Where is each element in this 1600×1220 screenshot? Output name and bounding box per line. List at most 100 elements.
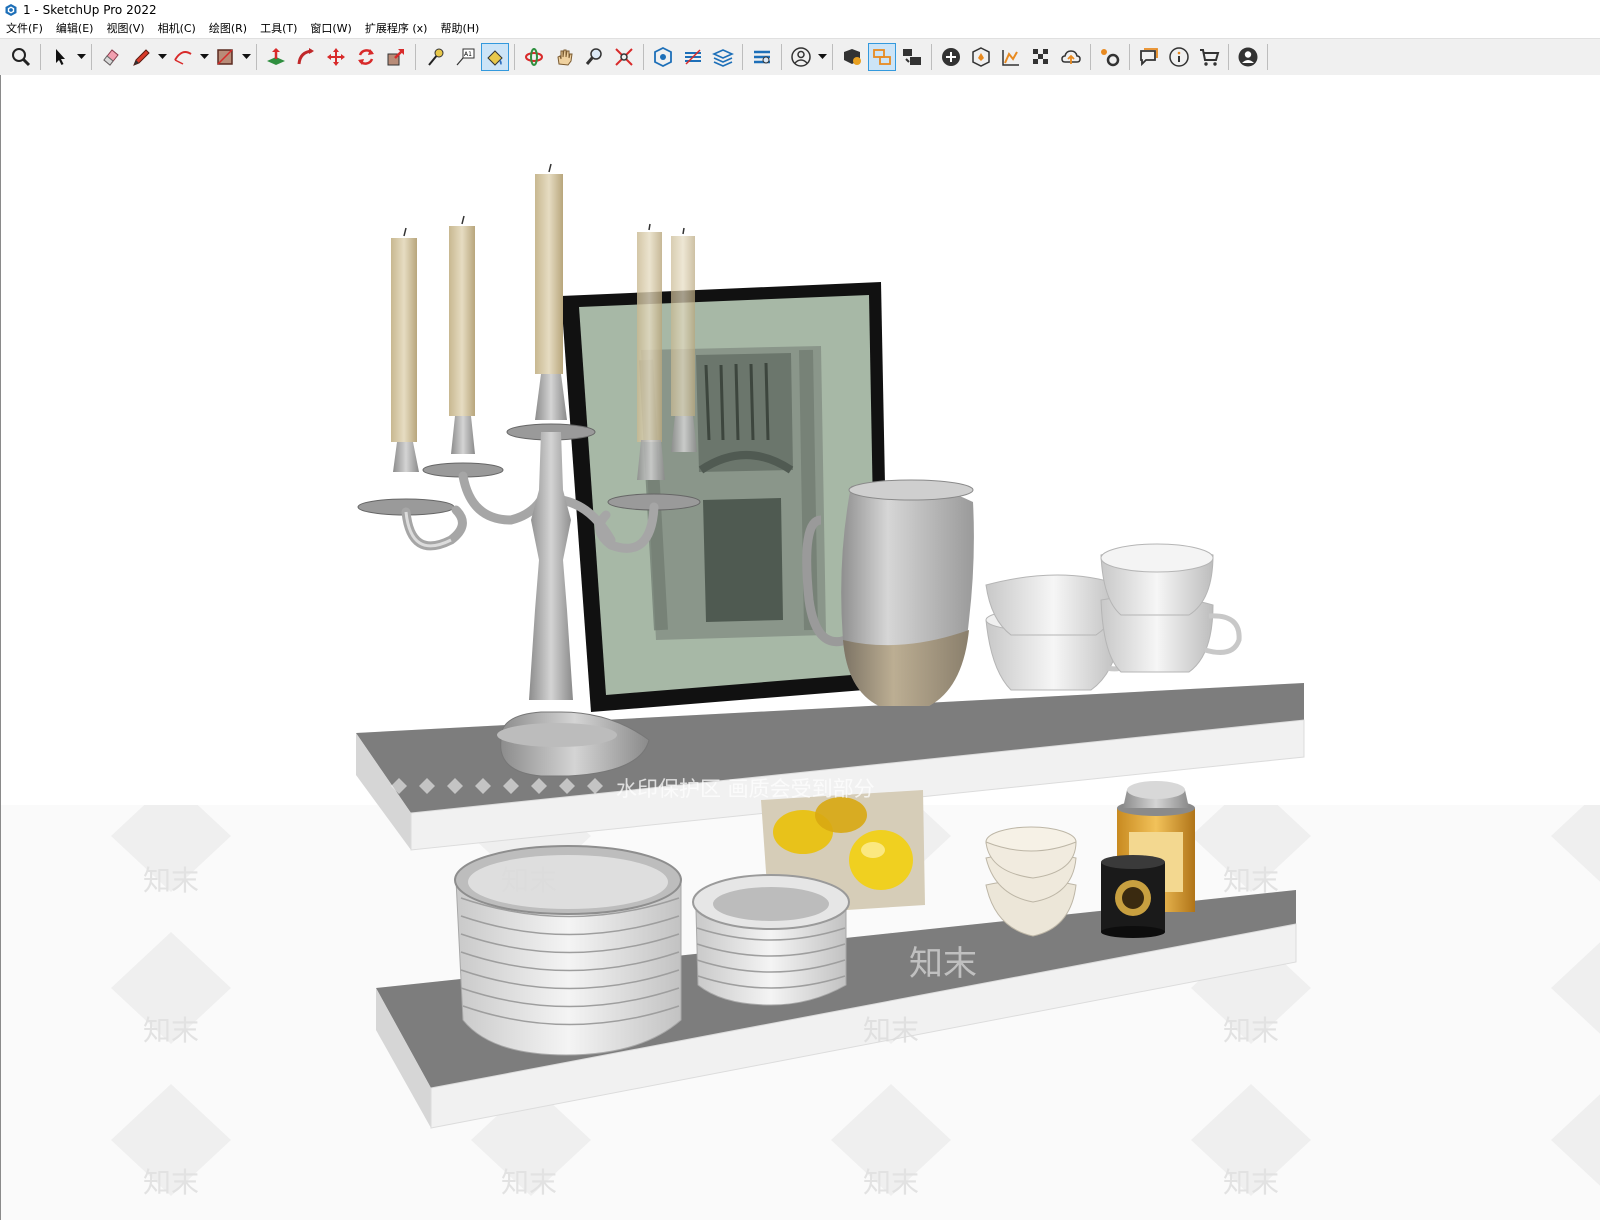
toolbar-separator xyxy=(256,44,257,70)
info-button[interactable] xyxy=(1165,43,1193,71)
pan-button[interactable] xyxy=(550,43,578,71)
line-dropdown[interactable] xyxy=(156,43,168,71)
paint-bucket-button[interactable] xyxy=(481,43,509,71)
section-cuts-icon xyxy=(712,49,734,67)
extension-manager-button[interactable] xyxy=(1096,43,1124,71)
user-profile-button[interactable] xyxy=(787,43,815,71)
line-button[interactable] xyxy=(127,43,155,71)
toolbar-separator xyxy=(1129,44,1130,70)
chevron-down-icon xyxy=(199,54,209,59)
info-icon xyxy=(1169,47,1189,67)
select-button[interactable] xyxy=(46,43,74,71)
menu-help[interactable]: 帮助(H) xyxy=(434,20,486,36)
cloud-upload-button[interactable] xyxy=(1057,43,1085,71)
scenes-icon xyxy=(903,49,921,65)
menu-view[interactable]: 视图(V) xyxy=(100,20,151,36)
zoom-button[interactable] xyxy=(580,43,608,71)
text-button[interactable]: A1 xyxy=(451,43,479,71)
scale-icon xyxy=(387,49,404,66)
toolbar-separator xyxy=(832,44,833,70)
terrain-button[interactable] xyxy=(967,43,995,71)
sandbox-button[interactable] xyxy=(997,43,1025,71)
menu-tools[interactable]: 工具(T) xyxy=(254,20,304,36)
cloud-upload-icon xyxy=(1061,50,1081,64)
toolbar-separator xyxy=(643,44,644,70)
rotate-button[interactable] xyxy=(352,43,380,71)
zoom-extents-button[interactable] xyxy=(610,43,638,71)
paint-bucket-icon xyxy=(487,50,503,66)
zoom-extents-icon xyxy=(615,48,633,66)
scale-button[interactable] xyxy=(382,43,410,71)
menu-window[interactable]: 窗口(W) xyxy=(304,20,358,36)
terrain-icon xyxy=(972,47,990,67)
menu-draw[interactable]: 绘图(R) xyxy=(203,20,254,36)
tape-measure-button[interactable] xyxy=(421,43,449,71)
section-plane-button[interactable] xyxy=(649,43,677,71)
follow-me-button[interactable] xyxy=(292,43,320,71)
plate-stack-small xyxy=(692,874,850,1006)
watermark-protect-text: 水印保护区 画质会受到部分 xyxy=(616,777,875,801)
push-pull-button[interactable] xyxy=(262,43,290,71)
rectangle-dropdown[interactable] xyxy=(240,43,252,71)
section-fill-button[interactable] xyxy=(679,43,707,71)
arc-button[interactable] xyxy=(169,43,197,71)
text-label-icon: A1 xyxy=(456,48,475,66)
shopping-cart-button[interactable] xyxy=(1195,43,1223,71)
comments-button[interactable] xyxy=(1135,43,1163,71)
chevron-down-icon xyxy=(76,54,86,59)
menu-file[interactable]: 文件(F) xyxy=(0,20,50,36)
rectangle-button[interactable] xyxy=(211,43,239,71)
model-viewport[interactable]: 水印保护区 画质会受到部分 知末 知末 知末 知末 知末 知末 知末 知末 知末… xyxy=(0,75,1600,1220)
account-icon xyxy=(1238,47,1258,67)
sketchup-logo-icon xyxy=(5,3,17,16)
toolbar-separator xyxy=(514,44,515,70)
zoom-icon xyxy=(585,48,602,65)
texture-button[interactable] xyxy=(1027,43,1055,71)
tags-icon xyxy=(754,50,770,64)
add-location-button[interactable] xyxy=(937,43,965,71)
section-fill-icon xyxy=(685,49,701,65)
components-icon xyxy=(844,49,861,65)
watermark-tile-text: 知末 xyxy=(1223,864,1279,897)
menu-edit[interactable]: 编辑(E) xyxy=(50,20,101,36)
watermark-tile-text: 知末 xyxy=(143,1166,199,1199)
title-bar: 1 - SketchUp Pro 2022 xyxy=(0,0,1600,19)
menu-extensions[interactable]: 扩展程序 (x) xyxy=(359,20,435,36)
arc-dropdown[interactable] xyxy=(198,43,210,71)
tags-button[interactable] xyxy=(748,43,776,71)
rectangle-icon xyxy=(217,49,233,65)
chevron-down-icon xyxy=(241,54,251,59)
push-pull-icon xyxy=(267,48,285,65)
watermark-tile-text: 知末 xyxy=(909,944,977,984)
toolbar-separator xyxy=(415,44,416,70)
watermark-tile-text: 知末 xyxy=(1223,1014,1279,1047)
main-toolbar: A1 xyxy=(0,38,1600,76)
eraser-icon xyxy=(103,49,119,66)
toolbar-separator xyxy=(1267,44,1268,70)
rotate-icon xyxy=(358,49,374,65)
outliner-button[interactable] xyxy=(868,43,896,71)
components-button[interactable] xyxy=(838,43,866,71)
toolbar-separator xyxy=(781,44,782,70)
scenes-button[interactable] xyxy=(898,43,926,71)
extension-manager-icon xyxy=(1101,49,1120,67)
select-dropdown[interactable] xyxy=(75,43,87,71)
teacup-stack-right xyxy=(1100,543,1242,673)
toolbar-separator xyxy=(742,44,743,70)
plate-stack-large xyxy=(454,845,682,1056)
menu-camera[interactable]: 相机(C) xyxy=(152,20,203,36)
watermark-tile-text: 知末 xyxy=(863,1166,919,1199)
menu-bar: 文件(F) 编辑(E) 视图(V) 相机(C) 绘图(R) 工具(T) 窗口(W… xyxy=(0,19,1600,37)
profile-dropdown[interactable] xyxy=(816,43,828,71)
section-cuts-button[interactable] xyxy=(709,43,737,71)
texture-icon xyxy=(1033,49,1048,64)
toolbar-separator xyxy=(931,44,932,70)
watermark-tile-text: 知末 xyxy=(863,1014,919,1047)
tape-measure-icon xyxy=(428,48,444,66)
move-button[interactable] xyxy=(322,43,350,71)
zoom-window-button[interactable] xyxy=(7,43,35,71)
orbit-button[interactable] xyxy=(520,43,548,71)
shopping-cart-icon xyxy=(1200,49,1220,66)
eraser-button[interactable] xyxy=(97,43,125,71)
account-button[interactable] xyxy=(1234,43,1262,71)
